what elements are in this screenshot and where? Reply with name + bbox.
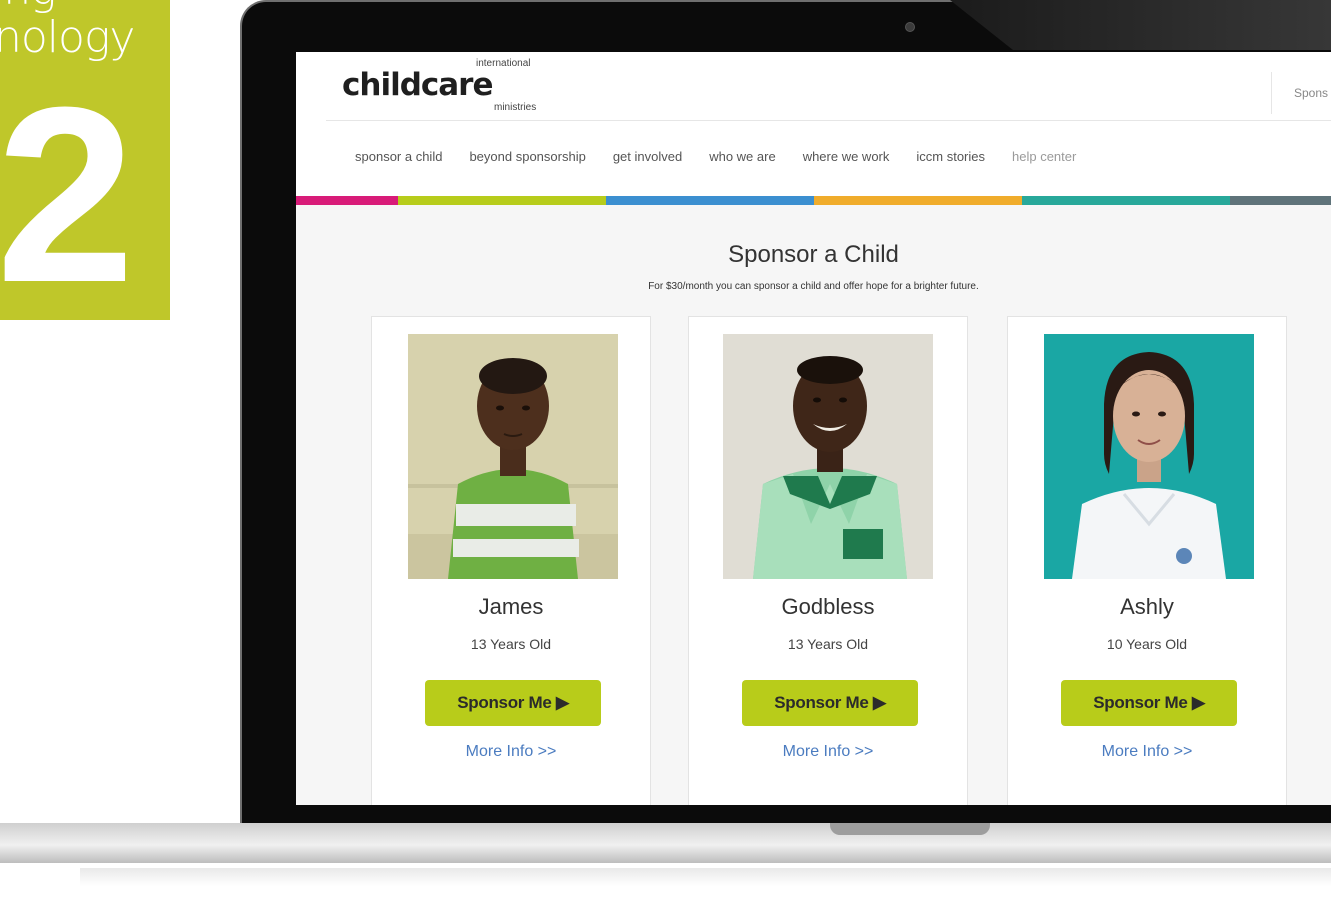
stripe-magenta <box>296 196 398 205</box>
child-card-ashly: Ashly 10 Years Old Sponsor Me ▶ More Inf… <box>1007 316 1287 805</box>
header-sponsor-link[interactable]: Spons <box>1271 72 1328 114</box>
child-photo[interactable] <box>723 334 933 579</box>
child-card-godbless: Godbless 13 Years Old Sponsor Me ▶ More … <box>688 316 968 805</box>
logo-word: childcare <box>342 67 493 103</box>
side-panel: ing nology 2 <box>0 0 170 320</box>
more-info-link[interactable]: More Info >> <box>689 743 967 761</box>
child-photo[interactable] <box>1044 334 1254 579</box>
logo-main-text: childcare <box>342 70 493 101</box>
header-divider <box>326 120 1331 121</box>
site-header: international childcare ministries Spons… <box>296 52 1331 197</box>
nav-item-sponsor-a-child[interactable]: sponsor a child <box>355 149 442 164</box>
laptop-base <box>0 823 1331 863</box>
laptop-notch <box>830 823 990 835</box>
nav-item-where-we-work[interactable]: where we work <box>803 149 890 164</box>
stripe-blue <box>606 196 814 205</box>
child-age: 10 Years Old <box>1106 636 1188 652</box>
site-logo[interactable]: international childcare ministries <box>342 58 536 113</box>
child-name: Godbless <box>781 594 875 619</box>
sponsor-me-button[interactable]: Sponsor Me ▶ <box>425 680 601 726</box>
more-info-link[interactable]: More Info >> <box>372 743 650 761</box>
page-subtitle: For $30/month you can sponsor a child an… <box>648 281 979 292</box>
nav-item-beyond-sponsorship[interactable]: beyond sponsorship <box>469 149 585 164</box>
child-name: James <box>478 594 544 619</box>
lid-glare <box>950 0 1331 50</box>
sponsor-me-button[interactable]: Sponsor Me ▶ <box>1061 680 1237 726</box>
laptop-shadow <box>80 868 1331 886</box>
camera-icon <box>905 22 915 32</box>
color-stripe <box>296 196 1331 205</box>
nav-item-who-we-are[interactable]: who we are <box>709 149 775 164</box>
nav-item-help-center[interactable]: help center <box>1012 149 1076 164</box>
nav-item-iccm-stories[interactable]: iccm stories <box>916 149 985 164</box>
more-info-link[interactable]: More Info >> <box>1008 743 1286 761</box>
browser-screen: international childcare ministries Spons… <box>296 52 1331 805</box>
child-age: 13 Years Old <box>470 636 552 652</box>
sponsor-me-button[interactable]: Sponsor Me ▶ <box>742 680 918 726</box>
logo-bottom-text: ministries <box>494 102 537 113</box>
logo-top-text: international <box>476 58 531 69</box>
child-card-james: James 13 Years Old Sponsor Me ▶ More Inf… <box>371 316 651 805</box>
stripe-teal <box>1022 196 1230 205</box>
stripe-slate <box>1230 196 1331 205</box>
stripe-orange <box>814 196 1022 205</box>
nav-item-get-involved[interactable]: get involved <box>613 149 682 164</box>
main-nav: sponsor a child beyond sponsorship get i… <box>355 149 1103 164</box>
child-age: 13 Years Old <box>787 636 869 652</box>
child-name: Ashly <box>1120 594 1174 619</box>
side-number: 2 <box>0 55 136 320</box>
stripe-green <box>398 196 606 205</box>
page-title: Sponsor a Child <box>728 241 899 268</box>
child-photo[interactable] <box>408 334 618 579</box>
